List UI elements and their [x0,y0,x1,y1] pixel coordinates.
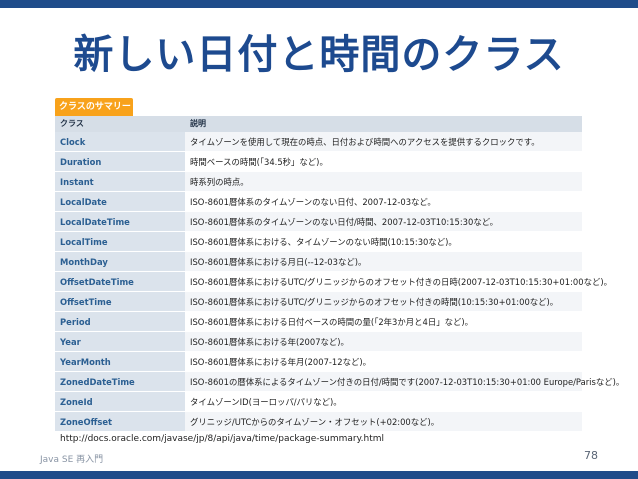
table-row: Duration 時間ベースの時間(「34.5秒」など)。 [55,152,582,172]
footer-title: Java SE 再入門 [40,455,104,465]
page-number: 78 [584,449,598,462]
source-url: http://docs.oracle.com/javase/jp/8/api/j… [60,434,385,444]
class-name-link[interactable]: LocalTime [55,232,185,251]
class-name-link[interactable]: ZoneOffset [55,412,185,431]
class-description: ISO-8601暦体系における月日(--12-03など)。 [190,257,367,267]
class-description: 時間ベースの時間(「34.5秒」など)。 [190,157,328,167]
class-description: ISO-8601暦体系におけるUTC/グリニッジからのオフセット付きの日時(20… [190,277,612,287]
class-name-link[interactable]: MonthDay [55,252,185,271]
class-name-link[interactable]: Period [55,312,185,331]
table-row: Instant 時系列の時点。 [55,172,582,192]
table-row: LocalDateTime ISO-8601暦体系のタイムゾーンのない日付/時間、… [55,212,582,232]
class-name-link[interactable]: YearMonth [55,352,185,371]
table-row: ZoneOffset グリニッジ/UTCからのタイムゾーン・オフセット(+02:0… [55,412,582,432]
class-name-link[interactable]: OffsetDateTime [55,272,185,291]
bottom-accent-bar [0,471,638,479]
table-row: Clock タイムゾーンを使用して現在の時点、日付および時間へのアクセスを提供する… [55,132,582,152]
class-description: ISO-8601の暦体系によるタイムゾーン付きの日付/時間です(2007-12-… [190,377,625,387]
table-row: Period ISO-8601暦体系における日付ベースの時間の量(「2年3か月と4… [55,312,582,332]
class-description: ISO-8601暦体系における、タイムゾーンのない時間(10:15:30など)。 [190,237,457,247]
table-row: OffsetTime ISO-8601暦体系におけるUTC/グリニッジからのオフセ… [55,292,582,312]
class-name-link[interactable]: Year [55,332,185,351]
table-row: YearMonth ISO-8601暦体系における年月(2007-12など)。 [55,352,582,372]
class-description: ISO-8601暦体系における年(2007など)。 [190,337,349,347]
table-row: LocalDate ISO-8601暦体系のタイムゾーンのない日付、2007-12… [55,192,582,212]
class-description: グリニッジ/UTCからのタイムゾーン・オフセット(+02:00など)。 [190,417,440,427]
class-name-link[interactable]: Instant [55,172,185,191]
table-row: ZoneId タイムゾーンID(ヨーロッパ/パリなど)。 [55,392,582,412]
slide-title: 新しい日付と時間のクラス [73,32,565,78]
class-summary-table: クラスのサマリー クラス 説明 Clock タイムゾーンを使用して現在の時点、日付… [55,98,624,432]
class-name-link[interactable]: ZoneId [55,392,185,411]
table-row: Year ISO-8601暦体系における年(2007など)。 [55,332,582,352]
table-caption: クラスのサマリー [55,98,133,116]
top-accent-bar [0,0,638,8]
header-class: クラス [60,119,84,128]
class-name-link[interactable]: OffsetTime [55,292,185,311]
class-description: ISO-8601暦体系における日付ベースの時間の量(「2年3か月と4日」など)。 [190,317,473,327]
class-description: ISO-8601暦体系のタイムゾーンのない日付/時間、2007-12-03T10… [190,217,499,227]
class-description: ISO-8601暦体系のタイムゾーンのない日付、2007-12-03など。 [190,197,436,207]
table-header: クラス 説明 [55,116,582,132]
class-description: タイムゾーンID(ヨーロッパ/パリなど)。 [190,397,342,407]
header-description: 説明 [190,119,206,128]
class-name-link[interactable]: ZonedDateTime [55,372,185,391]
class-description: ISO-8601暦体系における年月(2007-12など)。 [190,357,371,367]
table-row: ZonedDateTime ISO-8601の暦体系によるタイムゾーン付きの日付/… [55,372,624,392]
table-row: MonthDay ISO-8601暦体系における月日(--12-03など)。 [55,252,582,272]
class-name-link[interactable]: LocalDate [55,192,185,211]
table-row: OffsetDateTime ISO-8601暦体系におけるUTC/グリニッジから… [55,272,612,292]
class-description: タイムゾーンを使用して現在の時点、日付および時間へのアクセスを提供するクロックで… [190,137,540,147]
class-name-link[interactable]: Duration [55,152,185,171]
class-description: ISO-8601暦体系におけるUTC/グリニッジからのオフセット付きの時間(10… [190,297,559,307]
class-description: 時系列の時点。 [190,177,249,187]
class-name-link[interactable]: Clock [55,132,185,151]
class-name-link[interactable]: LocalDateTime [55,212,185,231]
table-row: LocalTime ISO-8601暦体系における、タイムゾーンのない時間(10:… [55,232,582,252]
